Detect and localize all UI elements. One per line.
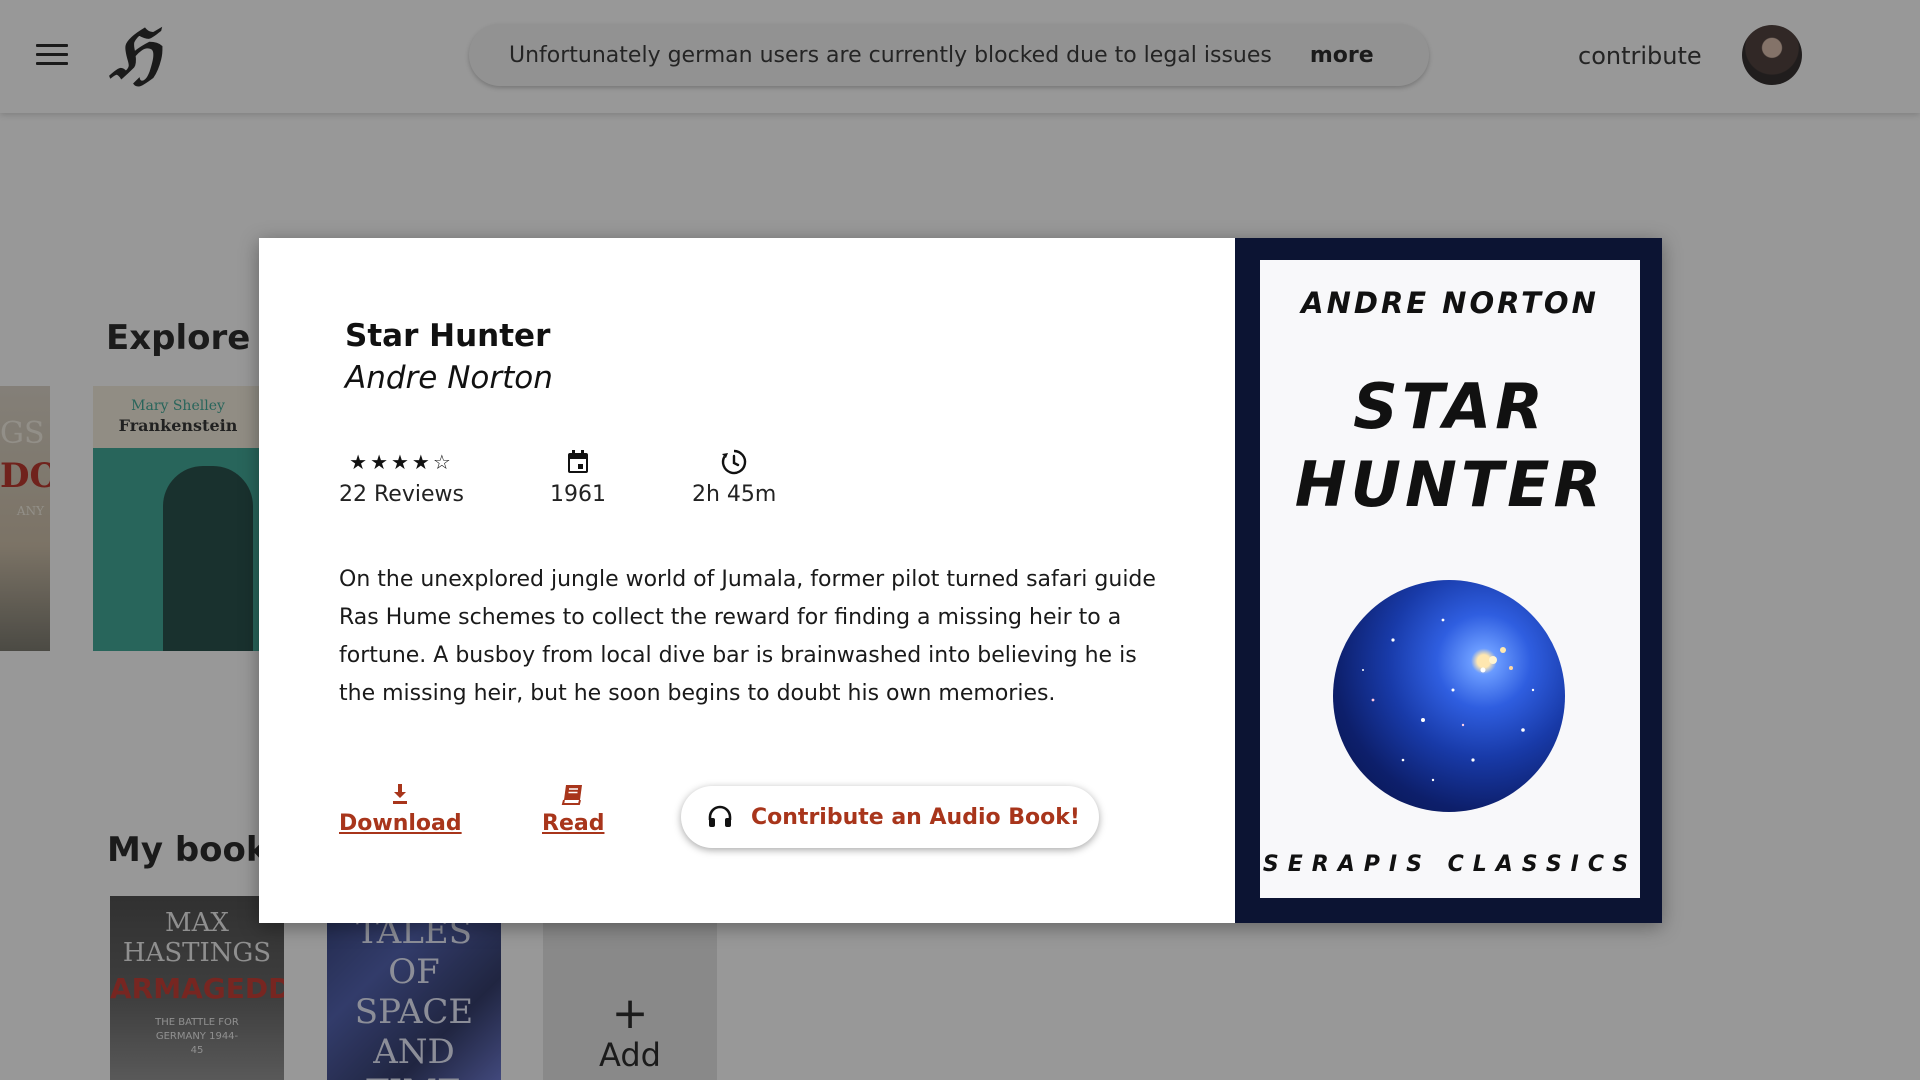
- read-label: Read: [542, 811, 605, 836]
- read-button[interactable]: Read: [542, 783, 604, 836]
- contribute-audio-label: Contribute an Audio Book!: [751, 804, 1080, 830]
- book-icon: [561, 785, 583, 805]
- galaxy-stars: [1362, 618, 1535, 782]
- book-description: On the unexplored jungle world of Jumala…: [339, 567, 1156, 706]
- calendar-icon: [550, 448, 606, 476]
- download-button[interactable]: Download: [339, 783, 462, 836]
- book-details-modal: Star Hunter Andre Norton ★★★★☆ 22 Review…: [259, 238, 1662, 923]
- cover-publisher: SERAPIS CLASSICS: [1262, 852, 1638, 877]
- cover-title-line: HUNTER: [1294, 448, 1606, 521]
- star-rating: ★★★★☆: [339, 448, 464, 476]
- star-icons: ★★★★☆: [349, 450, 454, 474]
- download-icon: [393, 784, 408, 804]
- cover-author: ANDRE NORTON: [1301, 286, 1599, 320]
- book-title: Star Hunter: [345, 318, 551, 354]
- rating-stat[interactable]: ★★★★☆ 22 Reviews: [339, 448, 464, 507]
- book-cover-inner: ANDRE NORTON STAR HUNTER SERAPIS CLASSIC…: [1260, 260, 1640, 898]
- history-icon: [692, 448, 776, 476]
- duration-stat: 2h 45m: [692, 448, 776, 507]
- book-cover: ANDRE NORTON STAR HUNTER SERAPIS CLASSIC…: [1235, 238, 1662, 923]
- cover-galaxy-illustration: [1333, 580, 1565, 812]
- year-stat: 1961: [550, 448, 606, 507]
- download-label: Download: [339, 811, 462, 836]
- book-author[interactable]: Andre Norton: [345, 360, 553, 396]
- reviews-count: 22 Reviews: [339, 482, 464, 507]
- cover-title: STAR HUNTER: [1260, 368, 1640, 524]
- headphones-icon: [708, 805, 732, 827]
- cover-title-line: STAR: [1353, 370, 1547, 443]
- publication-year: 1961: [550, 482, 606, 507]
- reading-duration: 2h 45m: [692, 482, 777, 507]
- contribute-audio-button[interactable]: Contribute an Audio Book!: [681, 786, 1099, 848]
